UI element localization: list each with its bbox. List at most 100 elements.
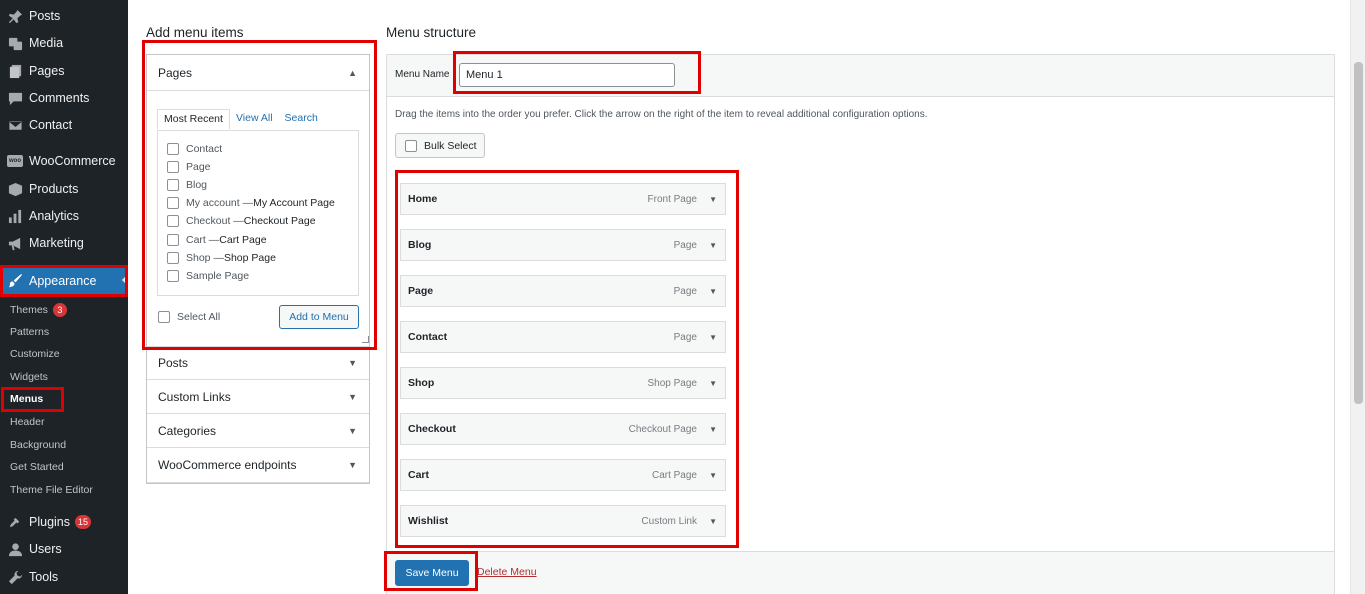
sidebar-item-media[interactable]: Media [0,30,128,56]
megaphone-icon [7,235,23,251]
chevron-down-icon[interactable]: ▼ [709,471,717,480]
wrench-icon [7,569,23,585]
menu-item-checkout[interactable]: Checkout Checkout Page ▼ [400,413,726,445]
brush-icon [7,273,23,289]
chevron-down-icon[interactable]: ▼ [709,241,717,250]
chevron-down-icon[interactable]: ▼ [709,425,717,434]
sidebar-item-posts[interactable]: Posts [0,3,128,29]
checkbox[interactable] [158,311,170,323]
sidebar-item-contact[interactable]: Contact [0,112,128,138]
list-item[interactable]: Sample Page [167,270,249,282]
checkbox[interactable] [167,215,179,227]
checkbox[interactable] [167,252,179,264]
menu-item-shop[interactable]: Shop Shop Page ▼ [400,367,726,399]
chevron-down-icon: ▼ [348,391,357,402]
sidebar-item-woocommerce[interactable]: woo WooCommerce [0,148,128,174]
sidebar-sub-get-started[interactable]: Get Started [0,457,128,477]
accordion-custom-links[interactable]: Custom Links ▼ [147,380,369,414]
list-item[interactable]: My account — My Account Page [167,197,335,209]
sidebar-item-label: Contact [29,118,73,132]
sidebar-item-label: Users [29,542,62,556]
user-icon [7,541,23,557]
select-all-checkbox[interactable]: Select All [158,311,220,323]
chevron-down-icon: ▼ [348,460,357,470]
accordion-pages-header[interactable]: Pages ▲ [147,55,369,91]
update-count-badge: 15 [75,515,92,529]
sidebar-item-label: Appearance [29,273,97,288]
list-item[interactable]: Contact [167,143,222,155]
accordion-categories[interactable]: Categories ▼ [147,414,369,448]
sidebar-sub-header[interactable]: Header [0,412,128,432]
menu-item-cart[interactable]: Cart Cart Page ▼ [400,459,726,491]
menu-item-home[interactable]: Home Front Page ▼ [400,183,726,215]
sidebar-sub-patterns[interactable]: Patterns [0,322,128,342]
checkbox[interactable] [167,234,179,246]
menu-name-label: Menu Name [395,69,450,80]
chevron-down-icon[interactable]: ▼ [709,333,717,342]
sidebar-sub-widgets[interactable]: Widgets [0,367,128,387]
update-count-badge: 3 [52,303,67,317]
checkbox[interactable] [167,161,179,173]
tab-search[interactable]: Search [279,109,324,129]
pages-icon [7,63,23,79]
tab-most-recent[interactable]: Most Recent [157,109,230,129]
woo-icon: woo [7,153,23,169]
save-menu-button[interactable]: Save Menu [395,560,469,586]
mail-icon [7,117,23,133]
sidebar-item-products[interactable]: Products [0,176,128,202]
media-icon [7,35,23,51]
list-item[interactable]: Shop — Shop Page [167,252,276,264]
menu-item-blog[interactable]: Blog Page ▼ [400,229,726,261]
add-menu-items-heading: Add menu items [146,25,244,40]
accordion-posts[interactable]: Posts ▼ [147,346,369,380]
sidebar-item-label: Comments [29,91,90,105]
tab-view-all[interactable]: View All [230,109,279,129]
chevron-down-icon[interactable]: ▼ [709,517,717,526]
sidebar-sub-themes[interactable]: Themes 3 [0,300,128,320]
checkbox[interactable] [167,179,179,191]
chevron-down-icon[interactable]: ▼ [709,287,717,296]
vertical-scrollbar[interactable] [1350,0,1365,594]
sidebar-item-label: Pages [29,64,65,78]
checkbox[interactable] [167,197,179,209]
sidebar-item-label: Analytics [29,209,80,223]
checkbox[interactable] [405,139,417,152]
add-to-menu-button[interactable]: Add to Menu [279,305,359,329]
resize-handle-icon[interactable] [362,336,369,343]
sidebar-item-marketing[interactable]: Marketing [0,230,128,256]
sidebar-item-users[interactable]: Users [0,536,128,562]
menu-structure-heading: Menu structure [386,25,477,40]
accordion-woocommerce-endpoints[interactable]: WooCommerce endpoints ▼ [147,448,369,483]
sidebar-item-label: Plugins [29,515,70,529]
chevron-down-icon[interactable]: ▼ [709,195,717,204]
scrollbar-thumb[interactable] [1354,62,1363,404]
menu-item-wishlist[interactable]: Wishlist Custom Link ▼ [400,505,726,537]
list-item[interactable]: Cart — Cart Page [167,234,267,246]
admin-sidebar: Posts Media Pages Comments Contact woo W… [0,0,128,594]
sidebar-item-label: Marketing [29,236,84,250]
menu-item-page[interactable]: Page Page ▼ [400,275,726,307]
delete-menu-link[interactable]: Delete Menu [477,566,537,578]
menu-name-input[interactable] [459,63,675,87]
sidebar-item-label: Products [29,182,79,196]
checkbox[interactable] [167,270,179,282]
sidebar-sub-customize[interactable]: Customize [0,344,128,364]
menu-item-contact[interactable]: Contact Page ▼ [400,321,726,353]
pin-icon [7,8,23,24]
bulk-select-button[interactable]: Bulk Select [395,133,485,158]
sidebar-sub-background[interactable]: Background [0,435,128,455]
sidebar-sub-theme-file-editor[interactable]: Theme File Editor [0,480,128,500]
sidebar-sub-menus[interactable]: Menus [0,389,128,409]
sidebar-item-comments[interactable]: Comments [0,85,128,111]
checkbox[interactable] [167,143,179,155]
sidebar-item-appearance[interactable]: Appearance [0,267,128,294]
sidebar-item-pages[interactable]: Pages [0,58,128,84]
list-item[interactable]: Page [167,161,211,173]
sidebar-item-tools[interactable]: Tools [0,564,128,590]
sidebar-item-analytics[interactable]: Analytics [0,203,128,229]
chevron-down-icon[interactable]: ▼ [709,379,717,388]
list-item[interactable]: Blog [167,179,207,191]
chevron-up-icon: ▲ [348,67,357,78]
sidebar-item-plugins[interactable]: Plugins 15 [0,509,128,535]
list-item[interactable]: Checkout — Checkout Page [167,215,316,227]
